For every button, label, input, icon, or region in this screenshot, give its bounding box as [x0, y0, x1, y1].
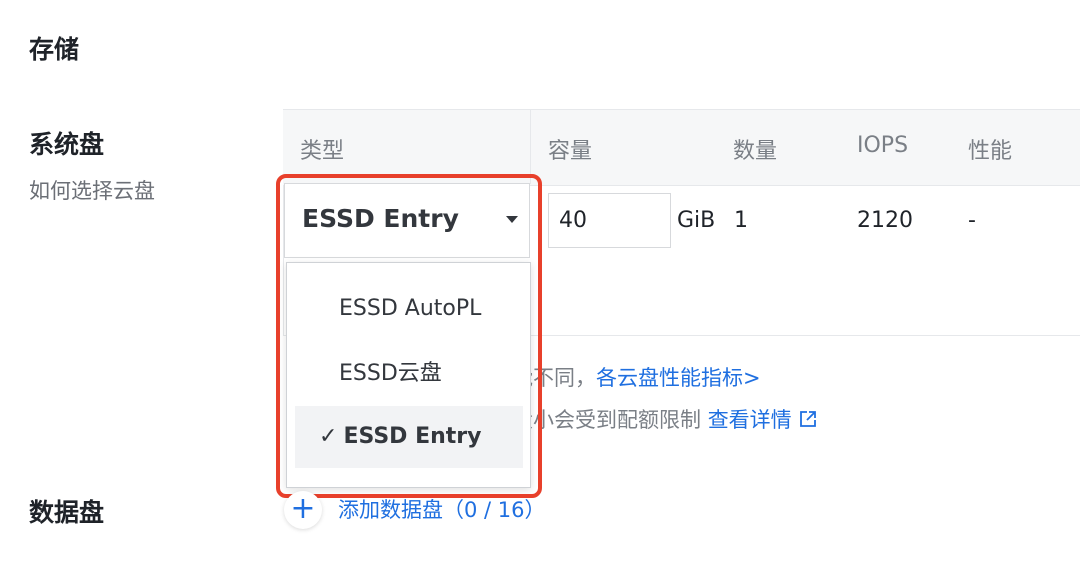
add-icon[interactable]: +: [284, 491, 322, 529]
view-details-link[interactable]: 查看详情: [708, 408, 792, 432]
header-capacity: 容量: [548, 139, 593, 164]
option-essd-entry[interactable]: ✓ ESSD Entry: [295, 406, 523, 468]
header-type: 类型: [300, 139, 345, 164]
external-link-icon[interactable]: [798, 409, 818, 429]
system-disk-title: 系统盘: [29, 130, 105, 159]
storage-title: 存储: [29, 35, 80, 64]
capacity-unit: GiB: [677, 208, 716, 233]
option-label: ESSD云盘: [339, 361, 442, 386]
iops-value: 2120: [857, 208, 913, 233]
header-performance: 性能: [968, 139, 1013, 164]
performance-value: -: [968, 208, 976, 233]
data-disk-title: 数据盘: [29, 498, 105, 527]
column-divider: [530, 109, 531, 184]
option-label: ESSD AutoPL: [339, 296, 482, 321]
info-line-1: 能不同，各云盘性能指标>: [512, 362, 761, 392]
check-icon: ✓: [319, 424, 338, 449]
disk-performance-link[interactable]: 各云盘性能指标>: [596, 366, 761, 390]
caret-down-icon[interactable]: [506, 216, 518, 223]
capacity-input[interactable]: [548, 193, 671, 248]
quantity-value: 1: [734, 208, 748, 233]
add-data-disk-button[interactable]: 添加数据盘（0 / 16）: [338, 494, 546, 524]
header-quantity: 数量: [733, 139, 778, 164]
disk-type-value[interactable]: ESSD Entry: [302, 204, 459, 233]
option-essd-cloud-disk[interactable]: ESSD云盘: [295, 343, 523, 405]
disk-type-dropdown: ESSD AutoPL ESSD云盘 ✓ ESSD Entry: [286, 262, 531, 488]
info-line-2: 大小会受到配额限制 查看详情: [512, 404, 818, 434]
how-to-choose-disk-link[interactable]: 如何选择云盘: [29, 175, 155, 205]
header-iops: IOPS: [857, 133, 909, 158]
table-header: [283, 109, 1080, 186]
option-label: ESSD Entry: [343, 424, 482, 449]
option-essd-autopl[interactable]: ESSD AutoPL: [295, 278, 523, 340]
info-text-2: 大小会受到配额限制: [512, 408, 701, 432]
